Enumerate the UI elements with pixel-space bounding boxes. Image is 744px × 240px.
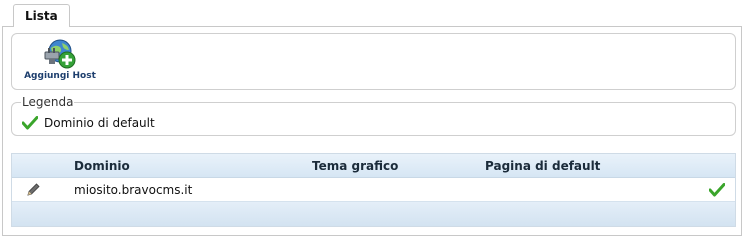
cell-dominio: miosito.bravocms.it bbox=[74, 183, 193, 197]
column-header-pagina-default[interactable]: Pagina di default bbox=[485, 159, 600, 173]
legend-item-label: Dominio di default bbox=[44, 116, 155, 130]
tab-lista[interactable]: Lista bbox=[13, 4, 70, 27]
table-row[interactable]: miosito.bravocms.it bbox=[12, 178, 735, 202]
tab-bar: Lista bbox=[0, 0, 744, 27]
legend: Legenda Dominio di default bbox=[11, 95, 736, 136]
legend-title: Legenda bbox=[21, 95, 75, 109]
globe-plug-add-icon bbox=[44, 39, 76, 69]
default-check-icon bbox=[708, 183, 726, 200]
pencil-icon[interactable] bbox=[25, 182, 41, 201]
add-host-label: Aggiungi Host bbox=[24, 71, 96, 81]
hosts-table: Dominio Tema grafico Pagina di default m… bbox=[11, 153, 736, 227]
add-host-button[interactable]: Aggiungi Host bbox=[19, 38, 101, 86]
green-check-icon bbox=[22, 116, 38, 130]
table-header: Dominio Tema grafico Pagina di default bbox=[12, 154, 735, 178]
tab-panel: Aggiungi Host Legenda Dominio di default… bbox=[2, 26, 742, 236]
column-header-dominio[interactable]: Dominio bbox=[74, 159, 130, 173]
legend-item: Dominio di default bbox=[22, 116, 155, 130]
column-header-tema-grafico[interactable]: Tema grafico bbox=[312, 159, 398, 173]
toolbar: Aggiungi Host bbox=[11, 33, 736, 90]
table-footer bbox=[12, 202, 735, 226]
